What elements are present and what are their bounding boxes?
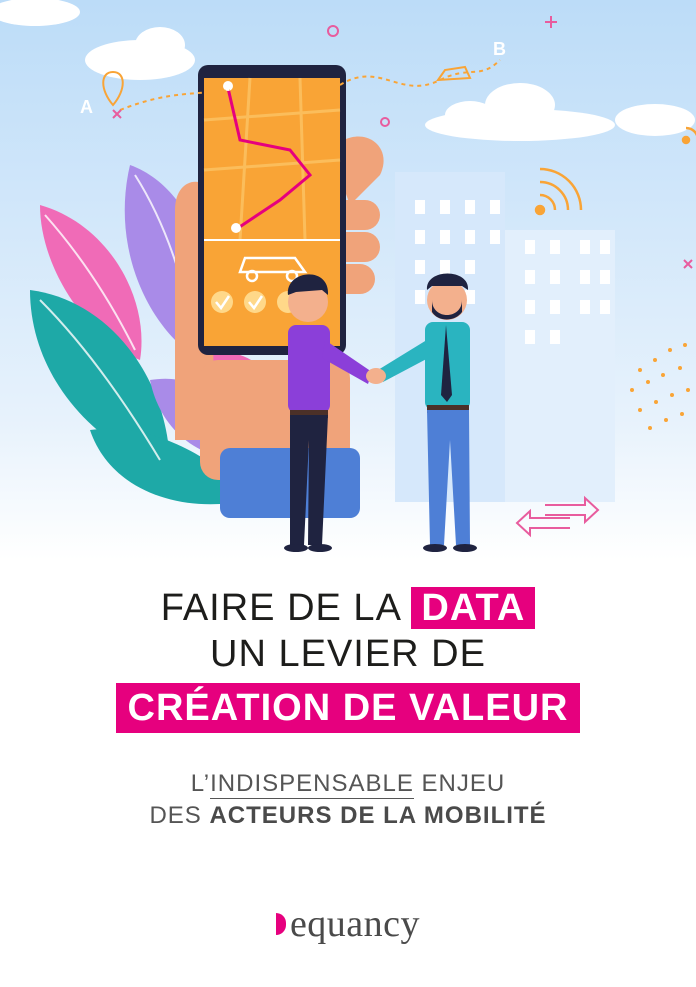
subtitle-underlined: INDISPENSABLE (210, 770, 414, 799)
handshake (366, 368, 386, 384)
title-line-2: UN LEVIER DE (210, 633, 486, 675)
subtitle-bold: ACTEURS DE LA MOBILITÉ (209, 802, 547, 829)
label-a: A (80, 97, 93, 117)
subtitle-line-1: L’INDISPENSABLE ENJEU (0, 768, 696, 800)
logo-mark-icon (275, 913, 286, 935)
subtitle-prefix: L’ (190, 770, 211, 797)
title-line-1-text: FAIRE DE LA (160, 587, 412, 629)
subtitle-suffix: ENJEU (413, 770, 506, 797)
label-b: B (493, 39, 506, 59)
subtitle-line-2: DES ACTEURS DE LA MOBILITÉ (0, 800, 696, 832)
cover-subtitle: L’INDISPENSABLE ENJEU DES ACTEURS DE LA … (0, 768, 696, 832)
title-line-1: FAIRE DE LA DATA (0, 585, 696, 631)
title-highlight-data: DATA (411, 587, 536, 629)
mobility-illustration: A B (0, 0, 696, 560)
cover-title: FAIRE DE LA DATA UN LEVIER DE CRÉATION D… (0, 585, 696, 733)
cover-illustration: A B (0, 0, 696, 560)
brand-logo: equancy (0, 902, 696, 946)
title-highlight-value: CRÉATION DE VALEUR (115, 683, 581, 733)
brand-name: equancy (289, 903, 421, 945)
subtitle-line-2-prefix: DES (149, 802, 210, 829)
map-pin-icon (223, 81, 233, 91)
check-icon (211, 291, 299, 313)
